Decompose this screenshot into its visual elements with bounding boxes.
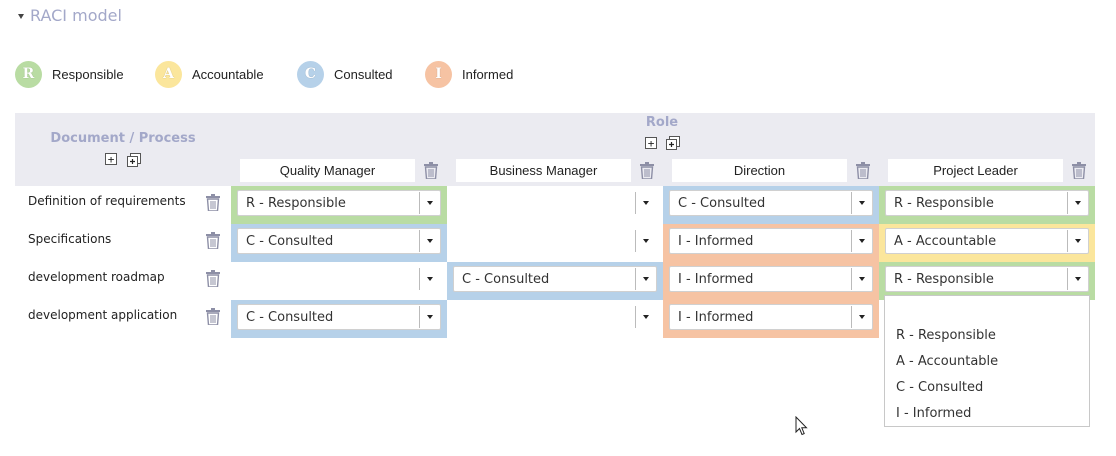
row-label-development-roadmap: development roadmap <box>28 270 165 284</box>
role-direction: Direction <box>672 159 847 182</box>
legend-label: Responsible <box>52 66 124 82</box>
legend-label: Consulted <box>334 66 393 82</box>
row-label-definition-of-requirements: Definition of requirements <box>28 194 186 208</box>
dropdown-arrow-icon[interactable] <box>851 230 872 252</box>
collapse-caret-icon[interactable] <box>18 13 24 19</box>
select-value: I - Informed <box>678 271 754 287</box>
dropdown-arrow-icon[interactable] <box>419 306 440 328</box>
section-title: RACI model <box>30 5 122 25</box>
trash-icon <box>640 162 654 180</box>
legend-label: Accountable <box>192 66 264 82</box>
legend-badge-a: A <box>155 60 182 88</box>
raci-select[interactable]: A - Accountable <box>885 228 1089 254</box>
raci-dropdown-list: R - Responsible A - Accountable C - Cons… <box>884 295 1090 427</box>
dropdown-arrow-icon[interactable] <box>419 268 440 290</box>
dropdown-arrow-icon[interactable] <box>419 192 440 214</box>
delete-row-button[interactable] <box>206 194 220 215</box>
select-value: C - Consulted <box>462 271 550 287</box>
legend-badge-c: C <box>297 60 324 88</box>
select-value: R - Responsible <box>894 195 994 211</box>
legend-item-accountable: A Accountable <box>155 59 264 89</box>
raci-select[interactable]: R - Responsible <box>237 190 441 216</box>
raci-section-toggle[interactable]: RACI model <box>18 4 122 26</box>
mouse-cursor-icon <box>795 415 809 440</box>
raci-select[interactable]: C - Consulted <box>237 228 441 254</box>
add-multiple-documents-button[interactable] <box>127 152 141 167</box>
dropdown-arrow-icon[interactable] <box>1067 192 1088 214</box>
raci-select[interactable] <box>453 190 657 216</box>
delete-role-button[interactable] <box>1072 162 1086 183</box>
raci-select[interactable]: R - Responsible <box>885 190 1089 216</box>
row-label-specifications: Specifications <box>28 232 112 246</box>
dropdown-arrow-icon[interactable] <box>635 306 656 328</box>
role-heading: Role <box>645 115 679 130</box>
add-multiple-icon <box>127 153 141 167</box>
add-document-button[interactable]: + <box>105 153 117 165</box>
raci-select-open[interactable]: R - Responsible <box>885 266 1089 292</box>
trash-icon <box>206 270 220 288</box>
legend-item-responsible: R Responsible <box>15 59 124 89</box>
delete-role-button[interactable] <box>424 162 438 183</box>
role-business-manager: Business Manager <box>456 159 631 182</box>
legend-item-informed: I Informed <box>425 59 513 89</box>
dropdown-arrow-icon[interactable] <box>1067 230 1088 252</box>
dropdown-arrow-icon[interactable] <box>419 230 440 252</box>
select-value: I - Informed <box>678 309 754 325</box>
trash-icon <box>856 162 870 180</box>
select-value: R - Responsible <box>894 271 994 287</box>
legend-badge-r: R <box>15 60 42 88</box>
raci-select[interactable]: C - Consulted <box>237 304 441 330</box>
delete-row-button[interactable] <box>206 232 220 253</box>
document-process-heading: Document / Process <box>50 131 196 146</box>
trash-icon <box>1072 162 1086 180</box>
dropdown-option-consulted[interactable]: C - Consulted <box>896 380 983 395</box>
row-label-development-application: development application <box>28 308 178 322</box>
dropdown-arrow-icon[interactable] <box>635 268 656 290</box>
raci-select[interactable]: C - Consulted <box>453 266 657 292</box>
raci-select[interactable]: I - Informed <box>669 266 873 292</box>
raci-select[interactable] <box>453 304 657 330</box>
add-multiple-roles-button[interactable] <box>666 135 680 150</box>
trash-icon <box>206 194 220 212</box>
legend-badge-i: I <box>425 60 452 88</box>
role-quality-manager: Quality Manager <box>240 159 415 182</box>
add-role-button[interactable]: + <box>645 137 657 149</box>
add-multiple-icon <box>666 136 680 150</box>
dropdown-option-accountable[interactable]: A - Accountable <box>896 354 998 369</box>
delete-row-button[interactable] <box>206 270 220 291</box>
select-value: I - Informed <box>678 233 754 249</box>
delete-role-button[interactable] <box>856 162 870 183</box>
plus-icon: + <box>107 152 115 166</box>
select-value: C - Consulted <box>678 195 766 211</box>
select-value: C - Consulted <box>246 309 334 325</box>
dropdown-option-responsible[interactable]: R - Responsible <box>896 328 996 343</box>
select-value: A - Accountable <box>894 233 997 249</box>
trash-icon <box>424 162 438 180</box>
plus-icon: + <box>647 136 655 150</box>
dropdown-arrow-icon[interactable] <box>635 230 656 252</box>
dropdown-arrow-icon[interactable] <box>1067 268 1088 290</box>
raci-select[interactable] <box>453 228 657 254</box>
raci-select[interactable]: I - Informed <box>669 304 873 330</box>
dropdown-arrow-icon[interactable] <box>851 192 872 214</box>
dropdown-arrow-icon[interactable] <box>851 306 872 328</box>
legend-item-consulted: C Consulted <box>297 59 393 89</box>
raci-select[interactable]: C - Consulted <box>669 190 873 216</box>
trash-icon <box>206 308 220 326</box>
raci-select[interactable] <box>237 266 441 292</box>
raci-select[interactable]: I - Informed <box>669 228 873 254</box>
delete-row-button[interactable] <box>206 308 220 329</box>
trash-icon <box>206 232 220 250</box>
dropdown-option-informed[interactable]: I - Informed <box>896 406 971 421</box>
dropdown-arrow-icon[interactable] <box>635 192 656 214</box>
role-project-leader: Project Leader <box>888 159 1063 182</box>
legend-label: Informed <box>462 66 514 82</box>
dropdown-arrow-icon[interactable] <box>851 268 872 290</box>
select-value: C - Consulted <box>246 233 334 249</box>
delete-role-button[interactable] <box>640 162 654 183</box>
select-value: R - Responsible <box>246 195 346 211</box>
